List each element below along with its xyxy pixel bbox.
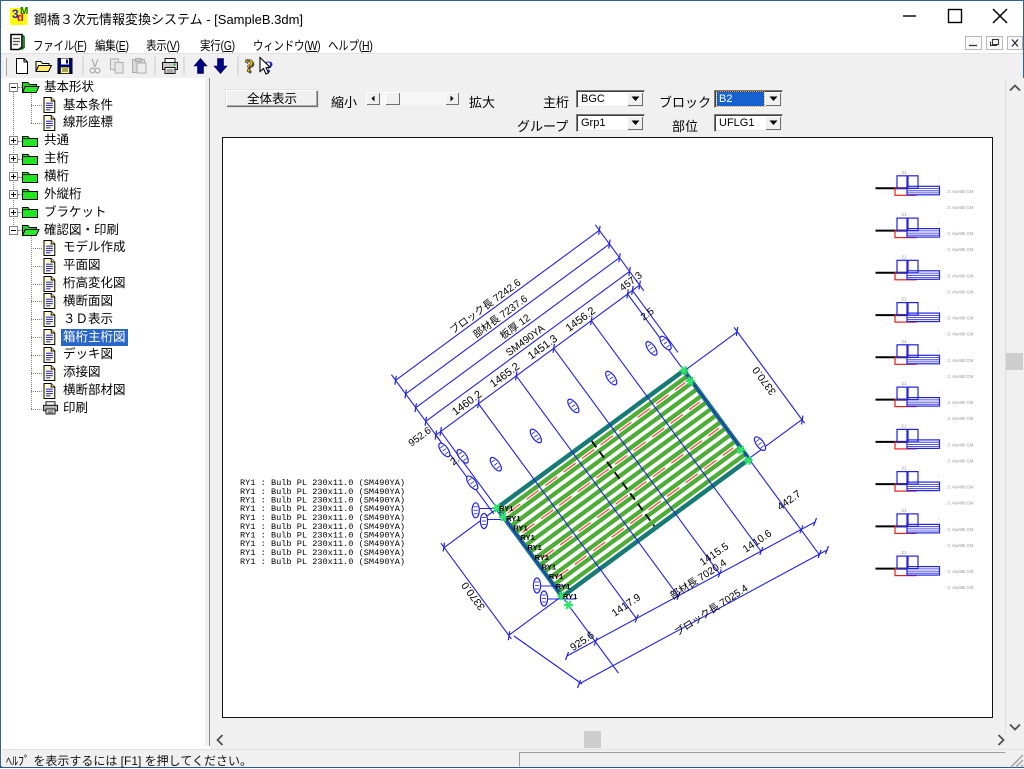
svg-text:442.7: 442.7 (775, 488, 803, 513)
svg-text:RY1: RY1 (506, 514, 521, 523)
svg-text:RY1: RY1 (527, 543, 542, 552)
svg-text:952.6: 952.6 (407, 425, 434, 449)
svg-text:1410.6: 1410.6 (741, 527, 774, 555)
svg-text:RY1: RY1 (513, 524, 528, 533)
svg-text:RY1: RY1 (563, 592, 578, 601)
svg-text:RY1: RY1 (535, 553, 550, 562)
svg-text:RY1: RY1 (520, 533, 535, 542)
svg-text:RY1: RY1 (549, 572, 564, 581)
svg-text:部材長 7020.4: 部材長 7020.4 (667, 556, 728, 602)
svg-text:925.6: 925.6 (568, 629, 597, 654)
svg-text:?: ? (245, 56, 255, 77)
svg-text:RY1: RY1 (499, 504, 514, 513)
svg-text:RY1: RY1 (542, 563, 557, 572)
svg-text:RY1: RY1 (556, 582, 571, 591)
svg-text:RY1 : Bulb PL 230x11.0 (SM490Y: RY1 : Bulb PL 230x11.0 (SM490YA) (240, 557, 405, 567)
svg-text:3370.0: 3370.0 (459, 579, 488, 612)
